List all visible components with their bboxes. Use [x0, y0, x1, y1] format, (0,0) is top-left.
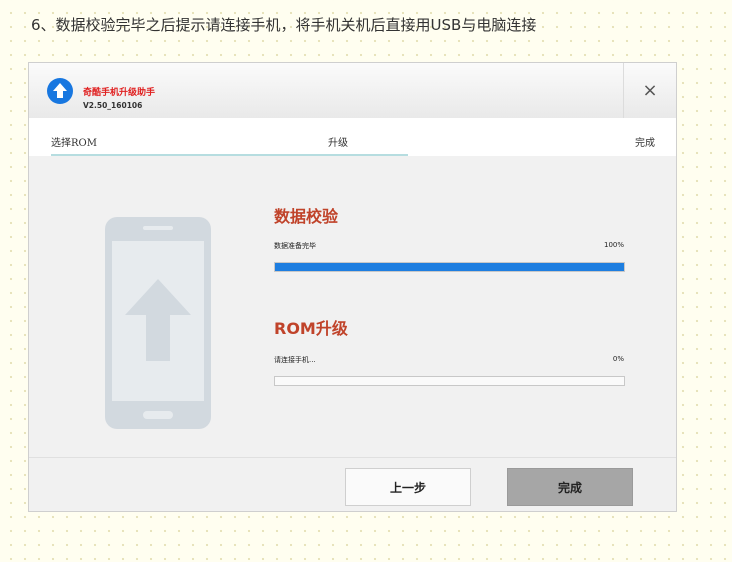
upload-arrow-logo-icon	[47, 78, 73, 104]
step-upgrade: 升级	[328, 138, 348, 149]
finish-button[interactable]: 完成	[507, 468, 633, 506]
verify-percent: 100%	[603, 241, 624, 249]
upgrade-assistant-window: 奇酷手机升级助手 V2.50_160106 × 选择ROM 升级 完成 数据校验…	[28, 62, 677, 512]
app-name: 奇酷手机升级助手	[83, 88, 156, 98]
previous-step-button[interactable]: 上一步	[345, 468, 471, 506]
rom-upgrade-status: 请连接手机...	[274, 356, 316, 364]
rom-upgrade-title: ROM升级	[274, 319, 348, 338]
step-complete: 完成	[635, 138, 655, 149]
step-progress-line	[51, 154, 408, 156]
app-version: V2.50_160106	[83, 101, 143, 110]
verify-status: 数据准备完毕	[274, 242, 316, 250]
footer-divider	[29, 457, 676, 458]
verify-title: 数据校验	[274, 207, 339, 226]
verify-progress-bar	[274, 262, 625, 272]
step-caption: 6、数据校验完毕之后提示请连接手机，将手机关机后直接用USB与电脑连接	[31, 16, 537, 34]
step-select-rom: 选择ROM	[51, 138, 97, 149]
rom-upgrade-percent: 0%	[612, 355, 624, 363]
verify-progress-fill	[275, 263, 624, 271]
rom-upgrade-progress-bar	[274, 376, 625, 386]
close-button[interactable]: ×	[623, 63, 676, 118]
phone-upload-illustration	[103, 215, 213, 435]
step-indicator: 选择ROM 升级 完成	[29, 118, 676, 156]
close-icon: ×	[642, 80, 658, 101]
title-bar: 奇酷手机升级助手 V2.50_160106 ×	[29, 63, 676, 118]
